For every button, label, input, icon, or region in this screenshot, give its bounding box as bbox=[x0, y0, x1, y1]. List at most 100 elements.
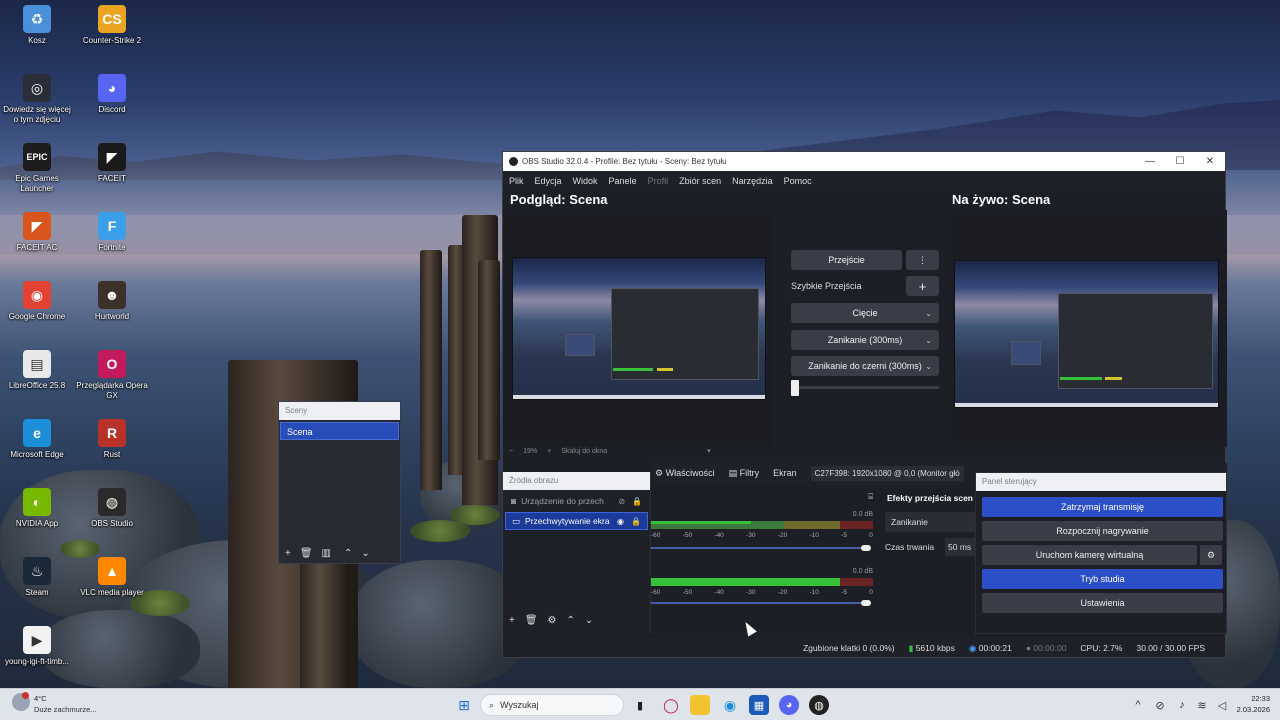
filter-icon[interactable]: ▥ bbox=[322, 548, 331, 559]
meter1-yellow bbox=[784, 521, 840, 529]
desktop-shortcut[interactable]: ◤ FACEIT bbox=[75, 143, 149, 184]
desktop-shortcut[interactable]: ▲ VLC media player bbox=[75, 557, 149, 598]
obs-taskbar-icon[interactable]: ◍ bbox=[809, 695, 829, 715]
task-view-icon[interactable]: ▮ bbox=[630, 695, 650, 715]
chevron-up-icon[interactable]: ⌃ bbox=[567, 615, 575, 626]
start-virtual-camera-button[interactable]: Uruchom kamerę wirtualną bbox=[982, 545, 1197, 565]
source-item-selected[interactable]: ▭ Przechwytywanie ekra ◉ 🔒 bbox=[505, 512, 648, 530]
desktop-shortcut[interactable]: EPIC Epic Games Launcher bbox=[0, 143, 74, 194]
zoom-out-button[interactable]: − bbox=[509, 448, 513, 455]
volume-slider-1[interactable] bbox=[651, 547, 865, 549]
controls-dock-title[interactable]: Panel sterujący bbox=[976, 473, 1226, 491]
hidden-eye-icon[interactable]: ⊘ bbox=[618, 497, 625, 506]
wifi-icon[interactable]: ≋ bbox=[1192, 695, 1212, 715]
stop-streaming-button[interactable]: Zatrzymaj transmisję bbox=[982, 497, 1223, 517]
volume-knob-2[interactable] bbox=[861, 600, 871, 606]
menu-item-5[interactable]: Zbiór scen bbox=[679, 176, 721, 186]
volume-meter-1 bbox=[651, 521, 873, 529]
fade-black-transition-button[interactable]: Zanikanie do czerni (300ms) ⌄ bbox=[791, 356, 939, 376]
add-quick-transition-icon[interactable]: + bbox=[906, 276, 939, 296]
opera-gx-taskbar-icon[interactable]: ◯ bbox=[661, 695, 681, 715]
desktop-shortcut[interactable]: ◕ Discord bbox=[75, 74, 149, 115]
chevron-down-icon[interactable]: ⌄ bbox=[361, 548, 369, 559]
trash-icon[interactable]: 🗑 bbox=[525, 615, 538, 626]
chevron-up-icon[interactable]: ^ bbox=[1128, 695, 1148, 715]
duration-input[interactable]: 50 ms bbox=[945, 538, 977, 556]
t-bar-handle[interactable] bbox=[791, 380, 799, 396]
edge-taskbar-icon[interactable]: ◉ bbox=[720, 695, 740, 715]
windows-start-icon[interactable]: ⊞ bbox=[454, 695, 474, 715]
desktop-shortcut[interactable]: ◎ Dowiedz się więcej o tym zdjęciu bbox=[0, 74, 74, 125]
lock-icon[interactable]: 🔒 bbox=[632, 497, 642, 506]
gear-icon[interactable]: ⚙ bbox=[1200, 545, 1222, 565]
menu-item-6[interactable]: Narzędzia bbox=[732, 176, 773, 186]
desktop-shortcut[interactable]: ◐ NVIDIA App bbox=[0, 488, 74, 529]
eye-icon[interactable]: ◉ bbox=[617, 517, 624, 526]
add-icon[interactable]: + bbox=[285, 548, 291, 559]
zoom-fit-button[interactable]: Skaluj do okna bbox=[561, 448, 607, 455]
t-bar-track[interactable] bbox=[791, 386, 939, 389]
more-options-icon[interactable]: ⋮ bbox=[906, 250, 939, 270]
desktop-shortcut[interactable]: R Rust bbox=[75, 419, 149, 460]
discord-taskbar-icon[interactable]: ◕ bbox=[779, 695, 799, 715]
file-explorer-icon[interactable] bbox=[690, 695, 710, 715]
monitor-select[interactable]: C27F398: 1920x1080 @ 0,0 (Monitor głó bbox=[810, 465, 964, 481]
chevron-down-icon[interactable]: ▾ bbox=[707, 447, 711, 455]
desktop-shortcut[interactable]: ◍ OBS Studio bbox=[75, 488, 149, 529]
lock-icon[interactable]: 🔒 bbox=[631, 517, 641, 526]
desktop-shortcut[interactable]: ♻ Kosz bbox=[0, 5, 74, 46]
minimize-icon[interactable]: — bbox=[1135, 152, 1165, 171]
menu-item-7[interactable]: Pomoc bbox=[784, 176, 812, 186]
menu-item-2[interactable]: Widok bbox=[573, 176, 598, 186]
trash-icon[interactable]: 🗑 bbox=[300, 548, 313, 559]
scenes-dock-title[interactable]: Sceny bbox=[279, 402, 400, 420]
desktop-shortcut[interactable]: ♨ Steam bbox=[0, 557, 74, 598]
preview-canvas[interactable] bbox=[503, 210, 773, 447]
sources-dock-title[interactable]: Źródła obrazu bbox=[503, 472, 650, 490]
menu-item-3[interactable]: Panele bbox=[609, 176, 637, 186]
desktop-shortcut[interactable]: ◤ FACEIT AC bbox=[0, 212, 74, 253]
settings-button[interactable]: Ustawienia bbox=[982, 593, 1223, 613]
network-icon[interactable]: ⊘ bbox=[1150, 695, 1170, 715]
desktop-shortcut[interactable]: ▤ LibreOffice 25.8 bbox=[0, 350, 74, 391]
menu-item-4[interactable]: Profil bbox=[648, 176, 669, 186]
microphone-icon[interactable]: ♪ bbox=[1172, 695, 1192, 715]
cut-transition-button[interactable]: Cięcie ⌄ bbox=[791, 303, 939, 323]
menu-item-1[interactable]: Edycja bbox=[535, 176, 562, 186]
transition-type-select[interactable]: Zanikanie bbox=[885, 512, 977, 532]
transition-button[interactable]: Przejście bbox=[791, 250, 902, 270]
obs-titlebar[interactable]: OBS Studio 32.0.4 - Profile: Bez tytułu … bbox=[503, 152, 1225, 171]
desktop-shortcut[interactable]: e Microsoft Edge bbox=[0, 419, 74, 460]
store-icon[interactable]: ▦ bbox=[749, 695, 769, 715]
fade-transition-button[interactable]: Zanikanie (300ms) ⌄ bbox=[791, 330, 939, 350]
desktop-shortcut[interactable]: F Fortnite bbox=[75, 212, 149, 253]
desktop-shortcut[interactable]: CS Counter-Strike 2 bbox=[75, 5, 149, 46]
desktop-shortcut[interactable]: ▶ young-igi-ft-timb... bbox=[0, 626, 74, 667]
add-icon[interactable]: + bbox=[509, 615, 515, 626]
chevron-down-icon: ⌄ bbox=[925, 335, 932, 345]
desktop-shortcut[interactable]: ◉ Google Chrome bbox=[0, 281, 74, 322]
filters-button[interactable]: ▤ Filtry bbox=[729, 468, 760, 479]
taskbar-search[interactable]: ⌕ Wyszukaj bbox=[480, 694, 624, 716]
chevron-down-icon[interactable]: ⌄ bbox=[585, 615, 593, 626]
scene-item[interactable]: Scena bbox=[280, 422, 399, 440]
zoom-in-button[interactable]: + bbox=[547, 448, 551, 455]
properties-button[interactable]: ⚙ Właściwości bbox=[655, 468, 715, 479]
close-icon[interactable]: ✕ bbox=[1195, 152, 1225, 171]
chevron-up-icon[interactable]: ⌃ bbox=[344, 548, 352, 559]
meter-tick-label: -50 bbox=[682, 532, 693, 539]
volume-knob-1[interactable] bbox=[861, 545, 871, 551]
live-canvas[interactable] bbox=[951, 210, 1227, 447]
clock-date[interactable]: 2.03.2026 bbox=[1226, 705, 1270, 714]
source-item[interactable]: ◙ Urządzenie do przech ⊘ 🔒 bbox=[505, 492, 648, 510]
menu-item-0[interactable]: Plik bbox=[509, 176, 524, 186]
maximize-icon[interactable]: ☐ bbox=[1165, 152, 1195, 171]
desktop-shortcut[interactable]: ☻ Hurtworld bbox=[75, 281, 149, 322]
desktop-shortcut[interactable]: O Przeglądarka Opera GX bbox=[75, 350, 149, 401]
studio-mode-button[interactable]: Tryb studia bbox=[982, 569, 1223, 589]
clock-time[interactable]: 22:33 bbox=[1236, 694, 1270, 703]
mixer-menu-icon[interactable]: ⌸ bbox=[868, 492, 873, 502]
gear-icon[interactable]: ⚙ bbox=[548, 615, 557, 626]
start-recording-button[interactable]: Rozpocznij nagrywanie bbox=[982, 521, 1223, 541]
volume-slider-2[interactable] bbox=[651, 602, 865, 604]
